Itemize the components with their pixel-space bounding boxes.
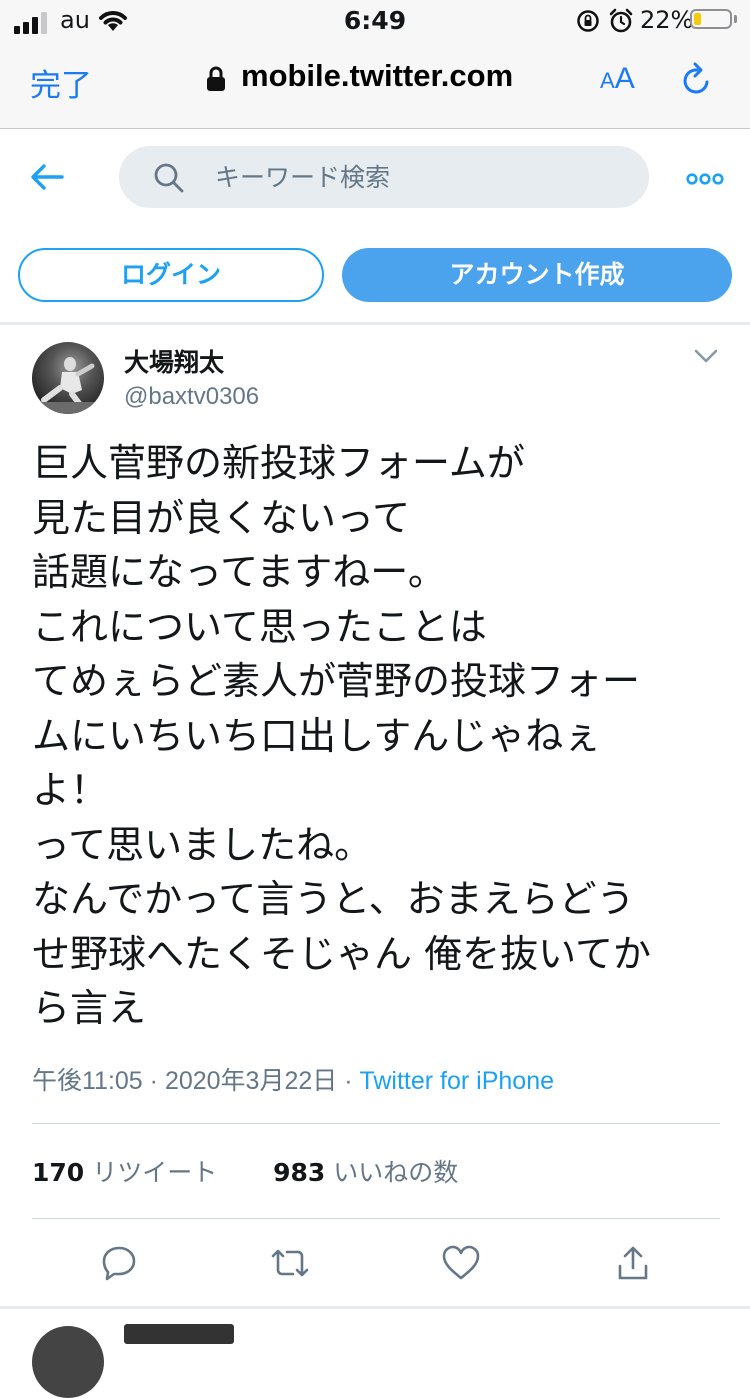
meta-separator: ·: [337, 1067, 360, 1095]
tweet-time[interactable]: 午後11:05: [32, 1067, 143, 1095]
retweet-count: 170: [32, 1158, 85, 1187]
divider: [32, 1218, 720, 1219]
tweet-line: これについて思ったことは: [32, 604, 487, 649]
tweet-date[interactable]: 2020年3月22日: [165, 1067, 337, 1095]
retweet-icon[interactable]: [270, 1244, 310, 1282]
next-tweet-author[interactable]: [124, 1324, 234, 1344]
like-count: 983: [273, 1158, 326, 1187]
tweet-text: 巨人菅野の新投球フォームが 見た目が良くないって 話題になってますねー。 これに…: [32, 436, 712, 1036]
tweet-line: ムにいちいち口出しすんじゃねぇ: [32, 713, 602, 758]
reload-icon[interactable]: [680, 62, 714, 98]
search-box[interactable]: [119, 146, 649, 208]
tweet-line: てめぇらど素人が菅野の投球フォー: [32, 659, 641, 703]
text-size-button[interactable]: AA: [600, 62, 635, 96]
tweet-line: 話題になってますねー。: [32, 550, 446, 594]
browser-chrome: au 6:49 22% 完了 mobile.twitter.com AA: [0, 0, 750, 129]
signup-button[interactable]: アカウント作成: [342, 248, 732, 302]
padlock-icon: [207, 66, 225, 91]
chevron-down-icon[interactable]: [694, 348, 718, 364]
login-button[interactable]: ログイン: [18, 248, 324, 302]
tweet-source-link[interactable]: Twitter for iPhone: [359, 1067, 554, 1095]
back-arrow-icon[interactable]: [30, 162, 64, 192]
tweet-line: よ！: [32, 768, 109, 812]
author-handle[interactable]: @baxtv0306: [124, 383, 259, 411]
tweet-line: せ野球へたくそじゃん 俺を抜いてか: [32, 931, 651, 976]
battery-percent: 22%: [640, 6, 694, 34]
retweet-label: リツイート: [92, 1158, 218, 1187]
search-icon: [154, 163, 184, 193]
tweet-line: 見た目が良くないって: [32, 495, 411, 540]
avatar[interactable]: [32, 342, 104, 414]
alarm-icon: [609, 8, 633, 33]
retweet-stat[interactable]: 170 リツイート: [32, 1158, 217, 1187]
tweet-line: ら言え: [32, 986, 147, 1030]
author-display-name[interactable]: 大場翔太: [124, 343, 224, 379]
like-stat[interactable]: 983 いいねの数: [273, 1158, 458, 1187]
tweet-stats: 170 リツイート 983 いいねの数: [32, 1153, 458, 1189]
reply-icon[interactable]: [100, 1244, 138, 1282]
divider: [0, 1306, 750, 1309]
tweet-line: って思いましたね。: [32, 822, 373, 867]
url-text: mobile.twitter.com: [241, 58, 514, 93]
search-input[interactable]: [215, 156, 615, 198]
share-icon[interactable]: [614, 1244, 652, 1282]
battery-icon: [690, 9, 732, 29]
divider: [0, 322, 750, 325]
pitcher-photo-icon: [32, 357, 104, 414]
tweet-line: 巨人菅野の新投球フォームが: [32, 441, 525, 485]
done-button[interactable]: 完了: [30, 60, 92, 105]
status-bar: au 6:49 22%: [0, 0, 750, 40]
rotation-lock-icon: [577, 10, 599, 32]
divider: [32, 1123, 720, 1124]
clock: 6:49: [343, 6, 407, 35]
next-tweet-avatar[interactable]: [32, 1326, 104, 1398]
meta-separator: ·: [142, 1067, 165, 1095]
like-label: いいねの数: [333, 1158, 459, 1187]
more-options-icon[interactable]: [686, 172, 724, 186]
like-heart-icon[interactable]: [441, 1244, 481, 1282]
tweet-line: なんでかって言うと、おまえらどう: [32, 877, 635, 921]
tweet-metadata: 午後11:05 · 2020年3月22日 · Twitter for iPhon…: [32, 1061, 554, 1097]
